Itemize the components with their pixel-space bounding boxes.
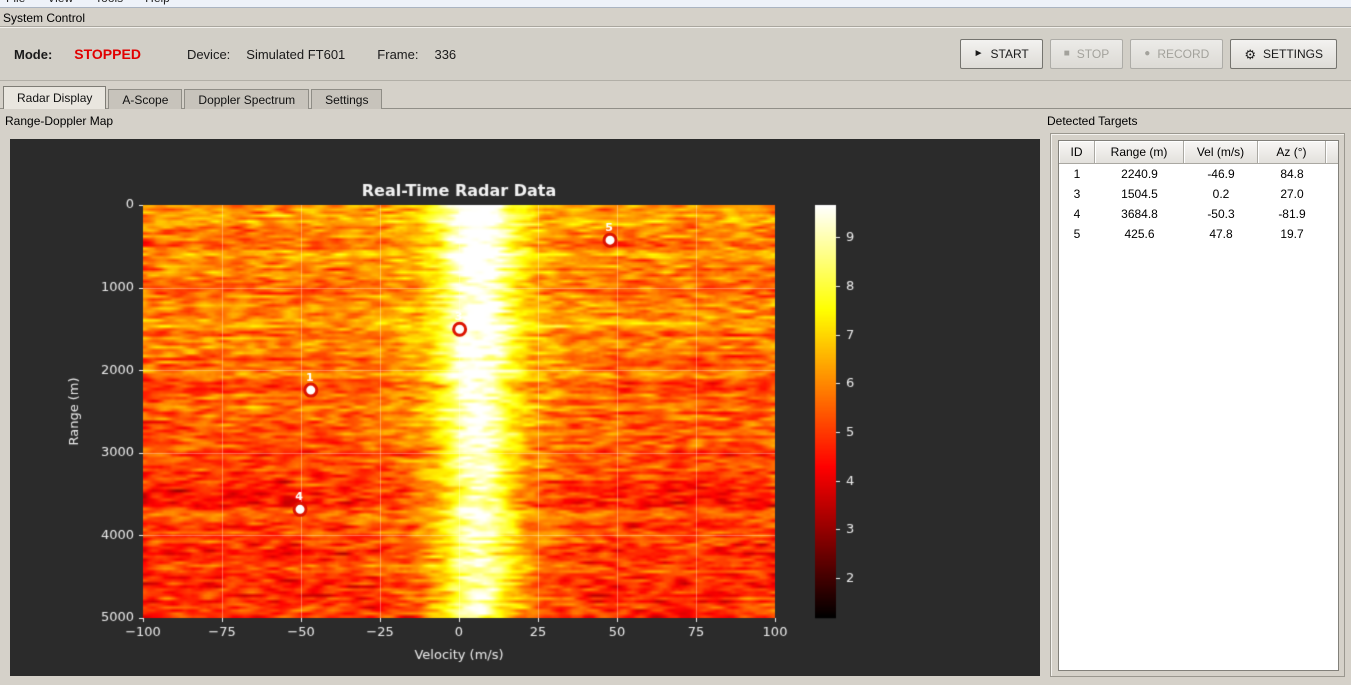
button-label: RECORD xyxy=(1157,47,1210,61)
tab-doppler-spectrum[interactable]: Doppler Spectrum xyxy=(184,89,310,109)
targets-table-body: 1 2240.9 -46.9 84.8 3 1504.5 0.2 27.0 4 3684.8 -50… xyxy=(1059,164,1338,244)
frame-label: Frame: xyxy=(377,46,419,62)
tab-settings[interactable]: Settings xyxy=(311,89,383,109)
table-cell: 0.2 xyxy=(1212,187,1230,201)
tab-radar-display[interactable]: Radar Display xyxy=(3,86,107,109)
control-buttons: ► START ■ STOP ● RECORD ⚙ SETTINGS xyxy=(959,39,1337,69)
table-row[interactable]: 3 1504.5 0.2 27.0 xyxy=(1059,184,1338,204)
app-window: File View Tools Help System Control Mode: S… xyxy=(0,0,1351,685)
menu-item-file[interactable]: File xyxy=(6,0,25,5)
table-cell: 1 xyxy=(1073,167,1081,181)
range-doppler-heatmap xyxy=(10,139,1040,676)
tab-a-scope[interactable]: A-Scope xyxy=(108,89,183,109)
range-doppler-plot-panel xyxy=(10,139,1040,676)
table-cell: 47.8 xyxy=(1209,227,1233,241)
table-cell: 84.8 xyxy=(1280,167,1304,181)
group-title: System Control xyxy=(3,11,86,25)
detected-targets-label: Detected Targets xyxy=(1047,114,1138,128)
play-icon: ► xyxy=(973,48,984,59)
system-control-group: System Control xyxy=(0,9,1351,28)
menu-item-help[interactable]: Help xyxy=(145,0,170,5)
column-header-az[interactable]: Az (°) xyxy=(1258,141,1326,164)
mode-label: Mode: xyxy=(14,46,53,62)
table-row[interactable]: 5 425.6 47.8 19.7 xyxy=(1059,224,1338,244)
frame-value: 336 xyxy=(434,46,457,62)
tabs: Radar Display A-Scope Doppler Spectrum Sett… xyxy=(3,86,384,109)
column-header-range-m[interactable]: Range (m) xyxy=(1095,141,1184,164)
table-cell: -50.3 xyxy=(1207,207,1235,221)
button-label: START xyxy=(990,47,1029,61)
menu-item-tools[interactable]: Tools xyxy=(95,0,123,5)
settings-button[interactable]: ⚙ SETTINGS xyxy=(1230,39,1337,69)
table-cell: 27.0 xyxy=(1280,187,1304,201)
range-doppler-map-label: Range-Doppler Map xyxy=(5,114,114,128)
menu-item-view[interactable]: View xyxy=(47,0,73,5)
record-button: ● RECORD xyxy=(1130,39,1224,69)
device-label: Device: xyxy=(186,46,231,62)
record-icon: ● xyxy=(1144,48,1151,59)
table-cell: 1504.5 xyxy=(1121,187,1158,201)
tab-bar: Radar Display A-Scope Doppler Spectrum Sett… xyxy=(0,86,1351,109)
table-cell: 3684.8 xyxy=(1121,207,1158,221)
device-value: Simulated FT601 xyxy=(246,46,346,62)
table-cell: 5 xyxy=(1073,227,1081,241)
detected-targets-panel: ID Range (m) Vel (m/s) Az (°) 1 2240.9 -46.9 8… xyxy=(1050,133,1345,677)
stop-icon: ■ xyxy=(1063,48,1070,59)
table-cell: 4 xyxy=(1073,207,1081,221)
mode-value: STOPPED xyxy=(74,46,141,62)
table-cell: 19.7 xyxy=(1280,227,1304,241)
table-cell: -46.9 xyxy=(1207,167,1235,181)
column-header-filler xyxy=(1326,141,1338,164)
column-header-id[interactable]: ID xyxy=(1059,141,1095,164)
column-header-vel-m-s[interactable]: Vel (m/s) xyxy=(1184,141,1258,164)
start-button[interactable]: ► START xyxy=(959,39,1043,69)
gear-icon: ⚙ xyxy=(1244,46,1256,62)
button-label: STOP xyxy=(1076,47,1110,61)
table-cell: 3 xyxy=(1073,187,1081,201)
control-bar: Mode: STOPPED Device: Simulated FT601 Fr… xyxy=(0,28,1351,81)
bottom-strip xyxy=(0,677,1351,685)
table-cell: -81.9 xyxy=(1278,207,1306,221)
status-fields: Mode: STOPPED Device: Simulated FT601 Fr… xyxy=(14,28,456,80)
table-cell: 425.6 xyxy=(1124,227,1155,241)
targets-table: ID Range (m) Vel (m/s) Az (°) 1 2240.9 -46.9 8… xyxy=(1058,140,1339,671)
menu-bar: File View Tools Help xyxy=(0,0,1351,8)
targets-table-header: ID Range (m) Vel (m/s) Az (°) xyxy=(1059,141,1338,164)
table-cell: 2240.9 xyxy=(1121,167,1158,181)
stop-button: ■ STOP xyxy=(1049,39,1124,69)
table-row[interactable]: 1 2240.9 -46.9 84.8 xyxy=(1059,164,1338,184)
table-row[interactable]: 4 3684.8 -50.3 -81.9 xyxy=(1059,204,1338,224)
button-label: SETTINGS xyxy=(1262,47,1323,61)
menu-items: File View Tools Help xyxy=(6,0,170,5)
